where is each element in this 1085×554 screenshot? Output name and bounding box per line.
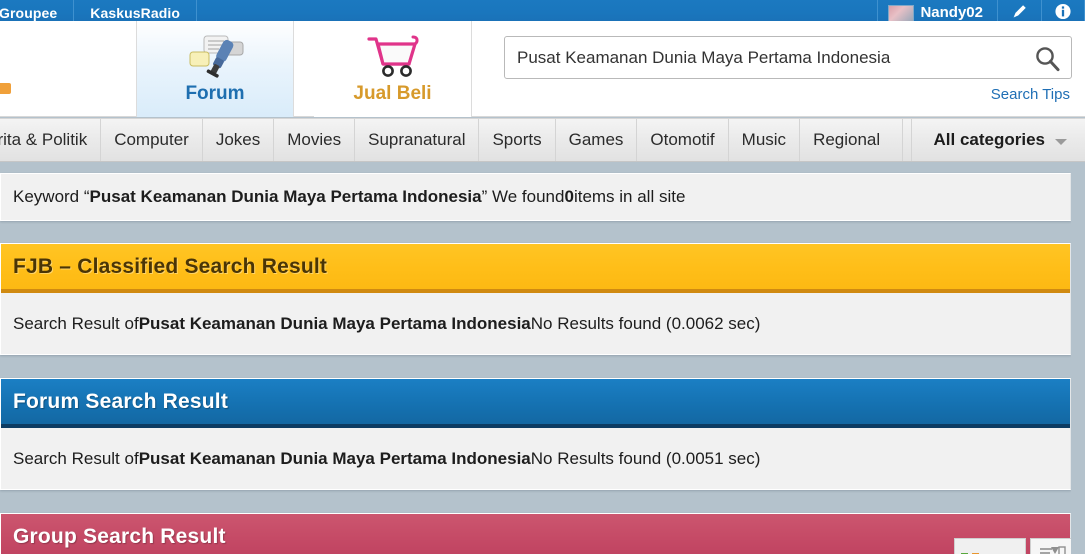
section-body-fjb: Search Result of Pusat Keamanan Dunia Ma… [1, 293, 1070, 354]
category-label: Sports [492, 130, 542, 149]
category-label: Otomotif [650, 130, 715, 149]
section-fjb: FJB – Classified Search Result Search Re… [0, 243, 1071, 355]
category-label: Supranatural [368, 130, 466, 149]
category-item-games[interactable]: Games [556, 119, 638, 161]
info-icon [1054, 3, 1072, 20]
tab-jual-beli[interactable]: Jual Beli [314, 21, 472, 117]
category-item-music[interactable]: Music [729, 119, 801, 161]
category-item-regional[interactable]: Regional [800, 119, 904, 161]
topbar-user-area: Nandy02 [877, 0, 1085, 21]
shopping-cart-icon [363, 33, 423, 79]
avatar [888, 5, 915, 21]
keyword-summary-suffix: items in all site [573, 187, 686, 206]
tab-forum-label: Forum [185, 83, 245, 104]
all-categories-dropdown[interactable]: All categories [912, 119, 1085, 161]
keyword-summary-bar: Keyword “Pusat Keamanan Dunia Maya Perta… [0, 173, 1071, 221]
page-right-edge [1071, 162, 1085, 554]
result-suffix: No Results found (0.0062 sec) [530, 313, 761, 333]
main-tab-group: Forum Jual Beli [136, 21, 472, 117]
category-item-berita-politik[interactable]: erita & Politik [0, 119, 102, 161]
category-item-movies[interactable]: Movies [274, 119, 356, 161]
result-prefix: Search Result of [13, 448, 139, 468]
topbar-tab-groupee[interactable]: Groupee [0, 0, 75, 21]
info-button[interactable] [1041, 0, 1085, 21]
category-item-otomotif[interactable]: Otomotif [637, 119, 729, 161]
topbar-tab-kaskusradio[interactable]: KaskusRadio [74, 0, 198, 21]
category-label: Games [568, 130, 624, 149]
topbar-tab-label: Groupee [0, 5, 58, 21]
forum-bubbles-icon [184, 33, 246, 79]
category-label: Regional [813, 130, 881, 149]
category-nav-filler [903, 119, 912, 161]
category-label: Computer [114, 130, 189, 149]
search-area: Search Tips [504, 36, 1072, 103]
all-categories-label: All categories [933, 130, 1046, 149]
category-item-jokes[interactable]: Jokes [203, 119, 275, 161]
category-label: Music [741, 130, 787, 149]
category-navigation: erita & Politik Computer Jokes Movies Su… [0, 118, 1085, 162]
result-prefix: Search Result of [13, 313, 139, 333]
user-menu[interactable]: Nandy02 [877, 0, 997, 21]
section-header-fjb: FJB – Classified Search Result [1, 244, 1070, 293]
site-header: Forum Jual Beli Pusat Keamanan Dunia May… [0, 21, 1085, 117]
search-box [504, 36, 1072, 79]
keyword-summary-prefix: Keyword “ [13, 187, 90, 206]
section-title: FJB – Classified Search Result [13, 254, 328, 278]
site-logo[interactable] [0, 83, 11, 94]
section-title: Group Search Result [13, 524, 226, 548]
topbar-tab-group: Groupee KaskusRadio [0, 0, 198, 21]
category-label: Movies [287, 130, 342, 149]
section-group: Group Search Result Search Result of Pus… [0, 513, 1071, 554]
tab-forum[interactable]: Forum [136, 21, 294, 117]
result-keyword: Pusat Keamanan Dunia Maya Pertama Indone… [138, 448, 531, 468]
category-item-computer[interactable]: Computer [101, 119, 203, 161]
category-label: erita & Politik [0, 130, 88, 149]
keyword-summary-count: 0 [564, 187, 574, 206]
section-title: Forum Search Result [13, 389, 229, 413]
compose-button[interactable] [997, 0, 1041, 21]
section-body-forum: Search Result of Pusat Keamanan Dunia Ma… [1, 428, 1070, 489]
chevron-down-icon [1055, 138, 1067, 145]
status-dots-icon[interactable] [954, 538, 1026, 554]
category-label: Jokes [215, 130, 261, 149]
section-forum: Forum Search Result Search Result of Pus… [0, 378, 1071, 490]
keyword-summary-middle: ” We found [481, 187, 565, 206]
section-header-forum: Forum Search Result [1, 379, 1070, 428]
search-results-content: Keyword “Pusat Keamanan Dunia Maya Perta… [0, 162, 1085, 554]
category-item-sports[interactable]: Sports [479, 119, 556, 161]
search-input[interactable] [505, 37, 1071, 78]
section-header-group: Group Search Result [1, 514, 1070, 554]
page-root: Groupee KaskusRadio Nandy02 Forum Jual B… [0, 0, 1085, 554]
top-navigation-bar: Groupee KaskusRadio Nandy02 [0, 0, 1085, 21]
result-keyword: Pusat Keamanan Dunia Maya Pertama Indone… [138, 313, 531, 333]
keyword-summary-term: Pusat Keamanan Dunia Maya Pertama Indone… [89, 187, 482, 206]
result-suffix: No Results found (0.0051 sec) [530, 448, 761, 468]
username-label: Nandy02 [920, 4, 983, 21]
topbar-tab-label: KaskusRadio [90, 5, 181, 21]
pencil-icon [1010, 3, 1029, 20]
search-icon[interactable] [1034, 45, 1061, 72]
tab-jual-beli-label: Jual Beli [353, 83, 432, 104]
category-item-supranatural[interactable]: Supranatural [355, 119, 480, 161]
search-tips-link[interactable]: Search Tips [991, 86, 1070, 103]
panel-toggle-icon[interactable] [1030, 538, 1074, 554]
corner-status-widget[interactable] [954, 538, 1074, 554]
